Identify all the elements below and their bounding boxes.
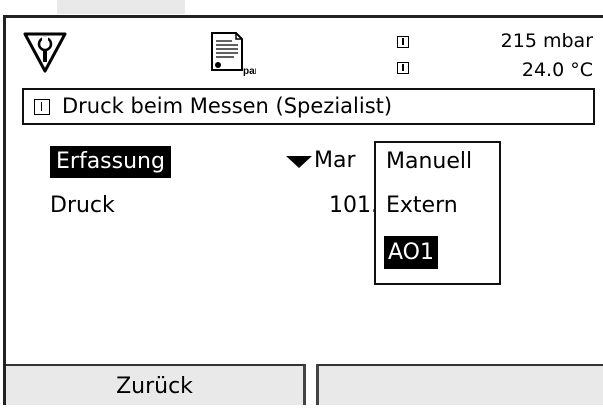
parameter-document-icon: par xyxy=(211,32,256,76)
druck-value[interactable]: 101. xyxy=(329,193,378,218)
back-softkey[interactable]: Zurück xyxy=(6,364,306,405)
hold-indicator-icon xyxy=(34,99,50,115)
wrench-icon[interactable] xyxy=(22,30,68,74)
erfassung-value[interactable]: Mar xyxy=(314,148,356,173)
hold-indicator-icon xyxy=(397,62,409,74)
menu-header: Druck beim Messen (Spezialist) xyxy=(22,88,595,125)
option-extern[interactable]: Extern xyxy=(386,193,458,218)
row-label-erfassung[interactable]: Erfassung xyxy=(50,146,171,178)
par-label: par xyxy=(243,66,256,76)
option-manuell[interactable]: Manuell xyxy=(386,149,472,174)
erfassung-dropdown-list: Manuell Extern AO1 xyxy=(374,141,501,285)
row-label-druck[interactable]: Druck xyxy=(50,193,115,218)
temperature-readout: 24.0 °C xyxy=(521,59,593,81)
menu-title: Druck beim Messen (Spezialist) xyxy=(62,94,393,118)
right-softkey[interactable] xyxy=(316,364,603,405)
top-strip xyxy=(57,0,185,14)
hold-indicator-icon xyxy=(397,36,409,48)
pressure-readout: 215 mbar xyxy=(500,30,593,52)
dropdown-arrow-icon[interactable] xyxy=(286,156,312,168)
softkey-bar: Zurück xyxy=(6,364,603,405)
option-ao1[interactable]: AO1 xyxy=(384,236,438,269)
